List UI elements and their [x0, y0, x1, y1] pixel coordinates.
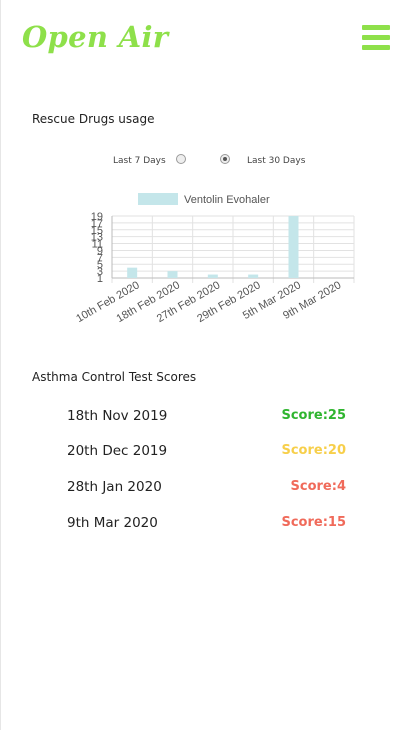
rescue-drug-chart: Ventolin Evohaler13579111315171910th Feb…	[74, 193, 355, 325]
score-row[interactable]: 18th Nov 2019 Score:25	[0, 408, 412, 428]
radio-7-days[interactable]	[176, 154, 186, 164]
score-date: 9th Mar 2020	[67, 515, 158, 531]
score-date: 18th Nov 2019	[67, 408, 168, 424]
score-value: Score:25	[281, 408, 346, 423]
score-value: Score:15	[281, 515, 346, 530]
score-row[interactable]: 28th Jan 2020 Score:4	[0, 479, 412, 499]
radio-label-7-days: Last 7 Days	[113, 156, 166, 166]
menu-bar	[362, 25, 390, 30]
bar	[288, 216, 299, 278]
menu-bar	[362, 35, 390, 40]
menu-bar	[362, 45, 390, 50]
rescue-section-title: Rescue Drugs usage	[32, 112, 155, 126]
score-value: Score:4	[290, 479, 346, 494]
radio-label-30-days: Last 30 Days	[247, 156, 306, 166]
left-border	[0, 0, 1, 730]
app-logo[interactable]: Open Air	[22, 20, 168, 54]
bar	[127, 267, 138, 278]
radio-30-days[interactable]	[220, 154, 230, 164]
legend-label: Ventolin Evohaler	[184, 194, 270, 206]
app-header: Open Air	[0, 0, 412, 78]
score-row[interactable]: 20th Dec 2019 Score:20	[0, 443, 412, 463]
score-value: Score:20	[281, 443, 346, 458]
hamburger-menu-icon[interactable]	[362, 25, 392, 51]
score-row[interactable]: 9th Mar 2020 Score:15	[0, 515, 412, 535]
score-date: 28th Jan 2020	[67, 479, 162, 495]
score-date: 20th Dec 2019	[67, 443, 168, 459]
y-tick-label: 19	[91, 211, 103, 223]
bar	[167, 271, 178, 278]
bar	[248, 274, 259, 278]
range-selector: Last 7 Days Last 30 Days	[0, 153, 412, 169]
bar	[207, 274, 218, 278]
act-section-title: Asthma Control Test Scores	[32, 370, 197, 384]
legend-swatch	[138, 193, 178, 205]
